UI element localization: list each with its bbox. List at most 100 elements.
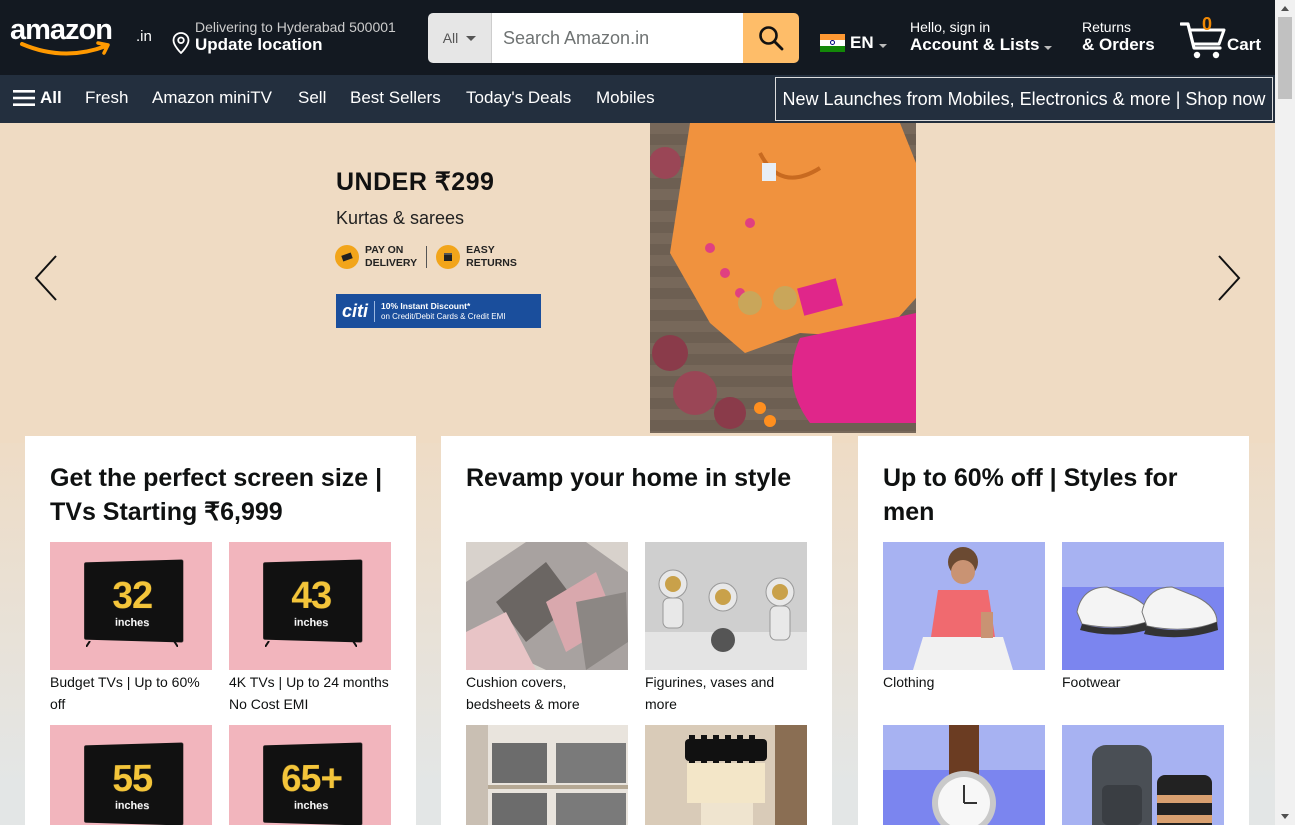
tv-image: 55 inches <box>84 742 184 825</box>
search-bar: All <box>428 13 799 63</box>
hero-badges: PAY ON DELIVERY EASY RETURNS <box>335 244 517 270</box>
orders-label: & Orders <box>1082 35 1155 54</box>
bank-offer-banner: citi 10% Instant Discount* on Credit/Debi… <box>336 294 541 328</box>
nav-link-fresh[interactable]: Fresh <box>85 88 128 108</box>
search-input[interactable] <box>492 13 743 63</box>
tv-image: 32 inches <box>84 559 184 643</box>
cart-button[interactable]: 0 Cart <box>1180 14 1268 62</box>
deliver-to[interactable]: Delivering to Hyderabad 500001 Update lo… <box>172 18 417 58</box>
card-tvs: Get the perfect screen size | TVs Starti… <box>25 436 416 825</box>
card-title[interactable]: Revamp your home in style <box>466 461 807 531</box>
search-button[interactable] <box>743 13 799 63</box>
tile-bags[interactable] <box>1062 725 1224 825</box>
tile-figurines[interactable]: Figurines, vases and more <box>645 542 807 715</box>
hero-subtitle: Kurtas & sarees <box>336 208 465 228</box>
rug-image <box>466 542 628 670</box>
badge-returns-l1: EASY <box>466 244 495 256</box>
account-lists-label: Account & Lists <box>910 35 1040 54</box>
carousel-next-icon[interactable] <box>1213 253 1243 303</box>
nav-link-sell[interactable]: Sell <box>298 88 326 108</box>
tv-size: 43 <box>291 574 332 618</box>
tile-watches[interactable] <box>883 725 1045 825</box>
card-home: Revamp your home in style Cushion covers… <box>441 436 832 825</box>
update-location-link: Update location <box>195 35 323 54</box>
tile-caption: 4K TVs | Up to 24 months No Cost EMI <box>229 674 389 712</box>
tile-caption: Cushion covers, bedsheets & more <box>466 674 580 712</box>
account-greeting: Hello, sign in <box>910 19 991 35</box>
chevron-down-icon <box>1044 46 1053 50</box>
badge-pay-l1: PAY ON <box>365 244 404 256</box>
nav-link-best-sellers[interactable]: Best Sellers <box>350 88 441 108</box>
promo-banner-link[interactable]: New Launches from Mobiles, Electronics &… <box>775 77 1273 121</box>
hero-product-image <box>650 123 916 433</box>
badge-returns-l2: RETURNS <box>466 257 517 269</box>
tv-size: 32 <box>112 574 153 618</box>
nav-link-minitv[interactable]: Amazon miniTV <box>152 88 272 108</box>
tile-55-tvs[interactable]: 55 inches <box>50 725 212 825</box>
watch-image <box>883 725 1045 825</box>
account-lists[interactable]: Hello, sign in Account & Lists <box>910 19 1053 55</box>
cart-count: 0 <box>1202 14 1213 34</box>
secondary-navbar: All Fresh Amazon miniTV Sell Best Seller… <box>0 75 1275 123</box>
carousel-prev-icon[interactable] <box>32 253 62 303</box>
nav-link-todays-deals[interactable]: Today's Deals <box>466 88 571 108</box>
citi-logo: citi <box>336 300 376 322</box>
returns-orders[interactable]: Returns & Orders <box>1082 19 1155 55</box>
footwear-image <box>1062 542 1224 670</box>
tile-footwear[interactable]: Footwear <box>1062 542 1224 693</box>
page-scrollbar[interactable] <box>1275 0 1295 825</box>
tile-image: 55 inches <box>50 725 212 825</box>
tile-storage[interactable] <box>466 725 628 825</box>
language-selector[interactable]: EN <box>820 31 887 55</box>
scroll-down-icon[interactable] <box>1281 814 1289 819</box>
all-menu-button[interactable]: All <box>13 88 62 108</box>
search-icon <box>759 26 784 51</box>
smile-arrow-icon <box>20 41 110 56</box>
top-navbar: amazon .in Delivering to Hyderabad 50000… <box>0 0 1275 75</box>
tile-clothing[interactable]: Clothing <box>883 542 1045 693</box>
tv-image: 65+ inches <box>263 742 363 825</box>
tile-4k-tvs[interactable]: 43 inches 4K TVs | Up to 24 months No Cos… <box>229 542 391 715</box>
cash-icon <box>335 245 359 269</box>
card-title[interactable]: Get the perfect screen size | TVs Starti… <box>50 461 391 531</box>
language-label: EN <box>850 33 874 52</box>
tv-unit: inches <box>293 616 329 630</box>
badge-divider <box>426 246 428 268</box>
returns-label: Returns <box>1082 19 1132 35</box>
tv-stand-icon <box>86 641 178 647</box>
hamburger-menu-icon <box>13 90 35 106</box>
storage-image <box>466 725 628 825</box>
clothing-image <box>883 542 1045 670</box>
search-category-dropdown[interactable]: All <box>428 13 492 63</box>
scrollbar-thumb[interactable] <box>1278 17 1292 99</box>
india-flag-icon <box>820 34 845 52</box>
lamp-image <box>645 725 807 825</box>
location-pin-icon <box>172 32 190 54</box>
search-category-label: All <box>442 30 459 46</box>
tile-cushion-covers[interactable]: Cushion covers, bedsheets & more <box>466 542 628 715</box>
all-menu-label: All <box>40 88 62 107</box>
tv-unit: inches <box>293 799 329 813</box>
tile-lighting[interactable] <box>645 725 807 825</box>
deliver-line1: Delivering to Hyderabad 500001 <box>195 19 396 35</box>
card-title[interactable]: Up to 60% off | Styles for men <box>883 461 1224 531</box>
box-return-icon <box>436 245 461 269</box>
tile-budget-tvs[interactable]: 32 inches Budget TVs | Up to 60% off <box>50 542 212 715</box>
card-men-styles: Up to 60% off | Styles for men Clothing <box>858 436 1249 825</box>
scroll-up-icon[interactable] <box>1281 6 1289 11</box>
tv-size: 55 <box>112 757 153 801</box>
bank-offer-l2: on Credit/Debit Cards & Credit EMI <box>381 311 506 321</box>
tile-65-tvs[interactable]: 65+ inches <box>229 725 391 825</box>
tv-size: 65+ <box>281 757 343 801</box>
amazon-logo[interactable]: amazon .in <box>10 14 160 64</box>
tile-caption: Figurines, vases and more <box>645 674 775 712</box>
tv-image: 43 inches <box>263 559 363 643</box>
bank-offer-l1: 10% Instant Discount* <box>381 300 471 311</box>
tv-stand-icon <box>265 641 357 647</box>
hero-carousel[interactable]: UNDER ₹299 Kurtas & sarees PAY ON DELIVER… <box>0 123 1275 443</box>
hero-title: UNDER ₹299 <box>336 168 495 196</box>
logo-suffix: .in <box>136 28 152 45</box>
nav-link-mobiles[interactable]: Mobiles <box>596 88 655 108</box>
tile-caption: Clothing <box>883 674 935 690</box>
tile-image: 65+ inches <box>229 725 391 825</box>
